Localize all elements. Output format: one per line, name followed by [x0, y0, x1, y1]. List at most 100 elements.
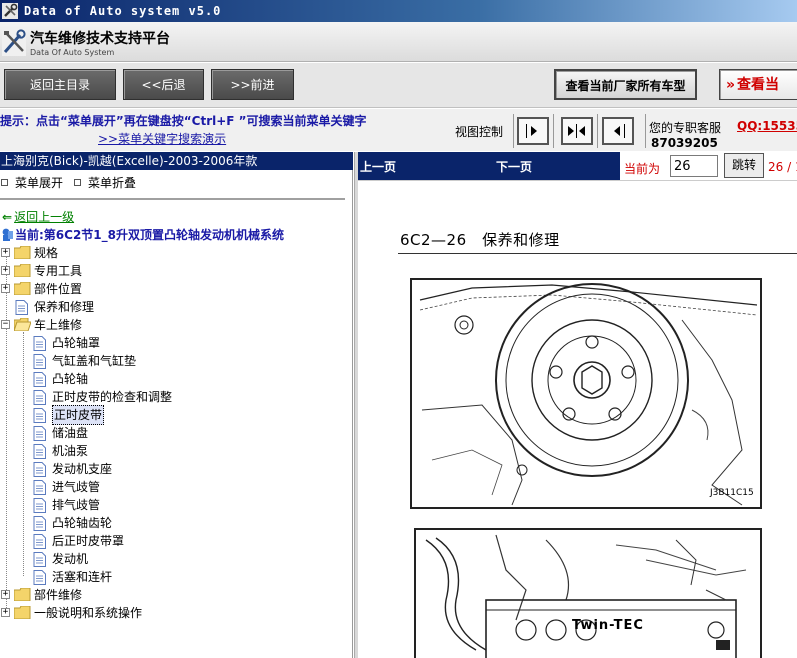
- book-icon: [2, 228, 13, 241]
- document-icon: [33, 336, 46, 351]
- back-button[interactable]: <<后退: [123, 69, 204, 100]
- collapse-box-icon: [74, 179, 81, 186]
- document-page[interactable]: 6C2—26 保养和修理 J3B11C15 Twin-TEC: [358, 180, 797, 658]
- expand-menu-button[interactable]: 菜单展开: [1, 174, 63, 191]
- document-icon: [33, 552, 46, 567]
- crankshaft-pulley-illustration: [419, 283, 758, 506]
- prev-page-button[interactable]: 上一页: [360, 158, 396, 175]
- title-bar: Data of Auto system v5.0: [0, 0, 797, 22]
- tree-line: [23, 332, 24, 576]
- service-label: 您的专职客服: [649, 121, 722, 135]
- divider: [645, 114, 646, 148]
- window-title: Data of Auto system v5.0: [24, 4, 222, 18]
- current-section: 当前:第6C2节1_8升双顶置凸轮轴发动机机械系统: [2, 226, 284, 243]
- document-icon: [33, 426, 46, 441]
- tree-line: [6, 250, 7, 610]
- car-model-title: 上海别克(Bick)-凯越(Excelle)-2003-2006年款: [0, 152, 353, 170]
- back-up-link[interactable]: ⇐ 返回上一级: [2, 208, 74, 225]
- page-jump-box: 当前为 跳转 26 / 1: [620, 152, 797, 180]
- collapse-menu-button[interactable]: 菜单折叠: [74, 174, 136, 191]
- tree-label: 凸轮轴: [52, 372, 89, 386]
- search-hint: 提示：点击“菜单展开”再在键盘按“Ctrl+F ”可搜索当前菜单关键字: [0, 114, 367, 128]
- figure-engine-top: Twin-TEC: [414, 528, 762, 658]
- tree-label: 进气歧管: [52, 480, 101, 494]
- hint-bar: 提示：点击“菜单展开”再在键盘按“Ctrl+F ”可搜索当前菜单关键字 >>菜单…: [0, 109, 797, 151]
- next-page-button[interactable]: 下一页: [496, 158, 532, 175]
- tree-label: 发动机支座: [52, 462, 113, 476]
- divider: [597, 114, 598, 148]
- back-arrow-icon: ⇐: [2, 210, 13, 224]
- expand-toggle[interactable]: +: [1, 284, 10, 293]
- page-number-input[interactable]: [670, 155, 718, 177]
- expand-toggle[interactable]: +: [1, 608, 10, 617]
- qq-link[interactable]: QQ:155350: [737, 119, 797, 133]
- jump-button[interactable]: 跳转: [724, 153, 764, 178]
- tree-label: 正时皮带的检查和调整: [52, 390, 173, 404]
- collapse-right-button[interactable]: [602, 117, 634, 145]
- document-icon: [33, 408, 46, 423]
- split-view-button[interactable]: [561, 117, 593, 145]
- view-current-label: 查看当: [737, 77, 780, 93]
- figure-code-label: J3B11C15: [710, 488, 754, 498]
- current-page-label: 当前为: [624, 162, 661, 176]
- document-icon: [33, 498, 46, 513]
- search-demo-link[interactable]: >>菜单关键字搜索演示: [98, 130, 226, 147]
- current-section-label: 当前:第6C2节1_8升双顶置凸轮轴发动机机械系统: [15, 228, 285, 242]
- folder-icon: [14, 606, 31, 619]
- arrow-right-icon: [526, 124, 537, 138]
- split-arrows-icon: [568, 124, 585, 138]
- expand-box-icon: [1, 179, 8, 186]
- document-icon: [33, 354, 46, 369]
- document-icon: [33, 480, 46, 495]
- tree-label: 后正时皮带罩: [52, 534, 125, 548]
- phone-number: 87039205: [651, 136, 718, 150]
- menu-tree-panel: 上海别克(Bick)-凯越(Excelle)-2003-2006年款 菜单展开 …: [0, 152, 353, 658]
- collapse-menu-label: 菜单折叠: [88, 176, 137, 190]
- arrow-left-icon: [614, 124, 625, 138]
- expand-toggle[interactable]: +: [1, 248, 10, 257]
- engine-brand-label: Twin-TEC: [572, 618, 644, 633]
- folder-icon: [14, 282, 31, 295]
- home-button[interactable]: 返回主目录: [4, 69, 116, 100]
- tree-label: 排气歧管: [52, 498, 101, 512]
- tree-label: 一般说明和系统操作: [34, 606, 143, 620]
- tree-label: 储油盘: [52, 426, 89, 440]
- document-icon: [33, 516, 46, 531]
- divider: [553, 114, 554, 148]
- tree-label: 气缸盖和气缸垫: [52, 354, 137, 368]
- collapse-left-button[interactable]: [517, 117, 549, 145]
- tree-label: 车上维修: [34, 318, 83, 332]
- document-heading: 6C2—26 保养和修理: [400, 231, 560, 249]
- document-icon: [33, 462, 46, 477]
- tree-label: 凸轮轴齿轮: [52, 516, 113, 530]
- page-nav-bar: 上一页 下一页 当前为 跳转 26 / 1: [358, 152, 797, 180]
- tree-label: 部件维修: [34, 588, 83, 602]
- heading-rule: [398, 253, 797, 254]
- view-current-button[interactable]: » 查看当: [719, 69, 797, 100]
- forward-button[interactable]: >>前进: [211, 69, 294, 100]
- tree-label: 发动机: [52, 552, 89, 566]
- all-models-button[interactable]: 查看当前厂家所有车型: [554, 69, 697, 100]
- app-wrench-icon: [2, 3, 18, 19]
- tree-label: 专用工具: [34, 264, 83, 278]
- tree-label: 部件位置: [34, 282, 83, 296]
- expand-toggle[interactable]: +: [1, 266, 10, 275]
- toolbar: 返回主目录 <<后退 >>前进 查看当前厂家所有车型 » 查看当: [0, 63, 797, 108]
- document-icon: [33, 534, 46, 549]
- folder-icon: [14, 588, 31, 601]
- tree-label: 活塞和连杆: [52, 570, 113, 584]
- engine-illustration: [425, 534, 747, 658]
- tree-label: 机油泵: [52, 444, 89, 458]
- platform-subtitle: Data Of Auto System: [30, 48, 115, 57]
- tree-label: 保养和修理: [34, 300, 95, 314]
- folder-icon: [14, 264, 31, 277]
- figure-crankshaft-pulley: J3B11C15: [410, 278, 762, 509]
- expand-toggle[interactable]: +: [1, 590, 10, 599]
- divider: [0, 198, 345, 200]
- tree-label-selected: 正时皮带: [52, 405, 105, 425]
- divider: [513, 114, 514, 148]
- collapse-toggle[interactable]: −: [1, 320, 10, 329]
- open-folder-icon: [14, 318, 31, 331]
- tools-logo-icon: [2, 28, 26, 56]
- page-count: 26 / 1: [768, 160, 797, 174]
